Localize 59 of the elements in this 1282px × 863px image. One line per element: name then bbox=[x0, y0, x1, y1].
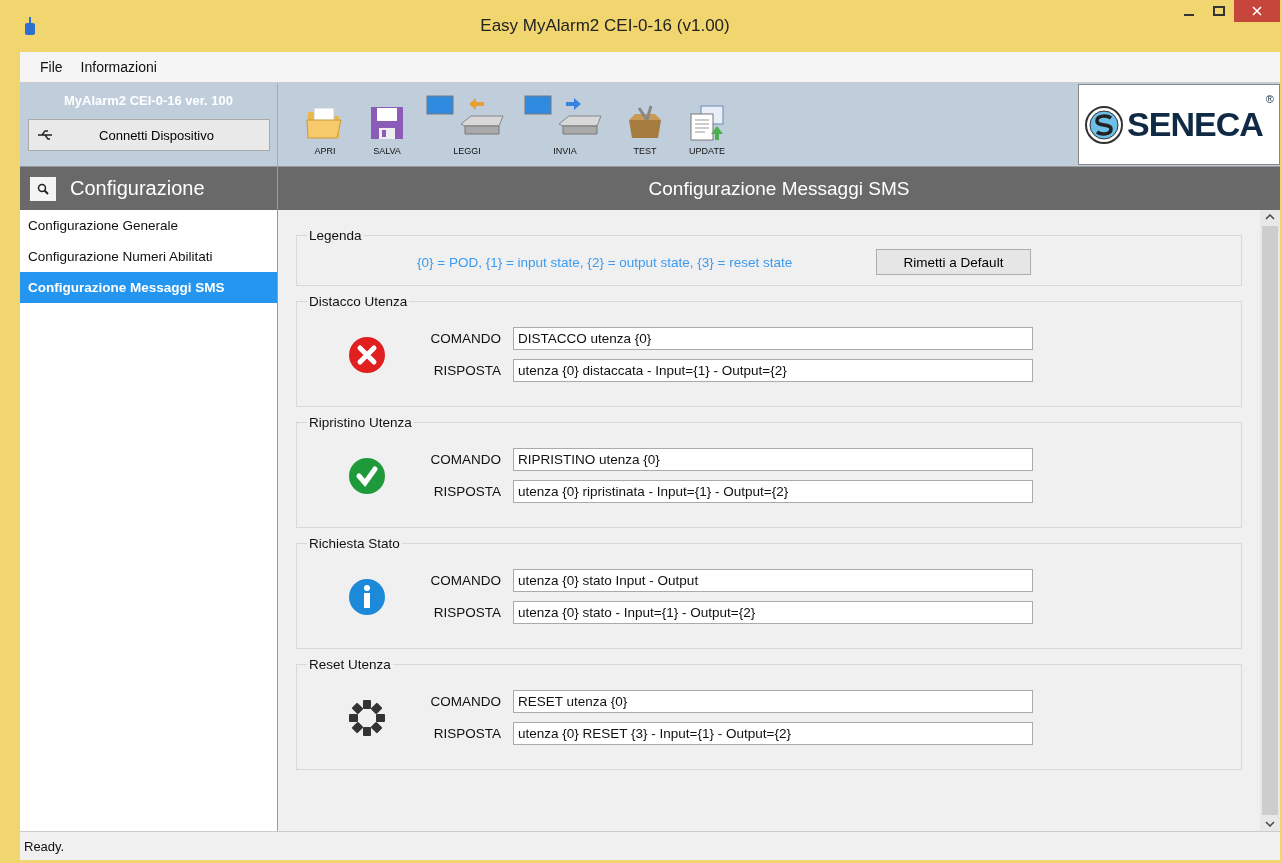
error-icon bbox=[348, 335, 386, 374]
field-label: COMANDO bbox=[429, 573, 501, 588]
group-title: Richiesta Stato bbox=[308, 536, 401, 551]
logo-s-icon bbox=[1084, 104, 1125, 145]
minimize-icon bbox=[1184, 13, 1194, 16]
group-title: Legenda bbox=[308, 228, 363, 243]
toolbar-button[interactable]: UPDATE bbox=[676, 104, 738, 156]
sidebar-item[interactable]: Configurazione Numeri Abilitati bbox=[20, 241, 277, 272]
menu-item[interactable]: Informazioni bbox=[72, 59, 165, 75]
field-label: COMANDO bbox=[429, 331, 501, 346]
info-icon bbox=[348, 577, 386, 616]
toolbar-button[interactable]: APRI bbox=[294, 104, 356, 156]
field-label: COMANDO bbox=[429, 694, 501, 709]
sidebar-title: Configurazione bbox=[70, 177, 205, 200]
field-label: RISPOSTA bbox=[432, 605, 501, 620]
field-label: RISPOSTA bbox=[432, 363, 501, 378]
toolbar-button[interactable]: SALVA bbox=[356, 104, 418, 156]
search-icon bbox=[37, 182, 49, 195]
maximize-icon bbox=[1213, 6, 1225, 16]
page-title: Configurazione Messaggi SMS bbox=[647, 177, 911, 200]
response-field[interactable]: utenza {0} stato - Input={1} - Output={2} bbox=[513, 601, 1033, 624]
toolbar-button[interactable]: TEST bbox=[614, 104, 676, 156]
scrollbar-thumb[interactable] bbox=[1262, 226, 1278, 815]
sidebar-item[interactable]: Configurazione Generale bbox=[20, 210, 277, 241]
command-field[interactable]: RIPRISTINO utenza {0} bbox=[513, 448, 1033, 471]
search-button[interactable] bbox=[30, 176, 56, 201]
usb-icon bbox=[36, 129, 53, 141]
response-field[interactable]: utenza {0} distaccata - Input={1} - Output={2} bbox=[513, 359, 1033, 382]
toolbar-button[interactable]: INVIA bbox=[516, 94, 614, 156]
response-field[interactable]: utenza {0} RESET {3} - Input={1} - Output={2} bbox=[513, 722, 1033, 745]
checkmark-icon bbox=[348, 456, 386, 495]
command-field[interactable]: utenza {0} stato Input - Output bbox=[513, 569, 1033, 592]
loading-spinner-icon bbox=[348, 698, 386, 737]
scroll-up-icon[interactable] bbox=[1265, 214, 1275, 220]
app-icon bbox=[24, 16, 36, 36]
group-title: Reset Utenza bbox=[308, 657, 392, 672]
scroll-down-icon[interactable] bbox=[1265, 821, 1275, 827]
document-update-icon bbox=[687, 104, 727, 142]
logo-text: SENECA bbox=[1127, 105, 1263, 144]
close-icon bbox=[1252, 6, 1262, 16]
registered-mark: ® bbox=[1265, 93, 1274, 105]
status-text: Ready. bbox=[24, 838, 65, 854]
device-version: MyAlarm2 CEI-0-16 ver. 100 bbox=[63, 93, 234, 108]
toolbar-button[interactable]: LEGGI bbox=[418, 94, 516, 156]
connect-button[interactable]: Connetti Dispositivo bbox=[27, 119, 270, 151]
scrollbar[interactable] bbox=[1260, 210, 1280, 831]
field-label: RISPOSTA bbox=[432, 484, 501, 499]
folder-icon bbox=[305, 104, 345, 142]
window-title: Easy MyAlarm2 CEI-0-16 (v1.00) bbox=[479, 16, 731, 36]
legend-text: {0} = POD, {1} = input state, {2} = output state, {3} = reset state bbox=[417, 254, 793, 270]
reset-default-button[interactable]: Rimetti a Default bbox=[876, 249, 1031, 275]
command-field[interactable]: RESET utenza {0} bbox=[513, 690, 1033, 713]
group-title: Ripristino Utenza bbox=[308, 415, 413, 430]
response-field[interactable]: utenza {0} ripristinata - Input={1} - Output={2} bbox=[513, 480, 1033, 503]
group-title: Distacco Utenza bbox=[308, 294, 409, 309]
field-label: COMANDO bbox=[429, 452, 501, 467]
field-label: RISPOSTA bbox=[432, 726, 501, 741]
menu-item[interactable]: File bbox=[32, 59, 71, 75]
command-field[interactable]: DISTACCO utenza {0} bbox=[513, 327, 1033, 350]
